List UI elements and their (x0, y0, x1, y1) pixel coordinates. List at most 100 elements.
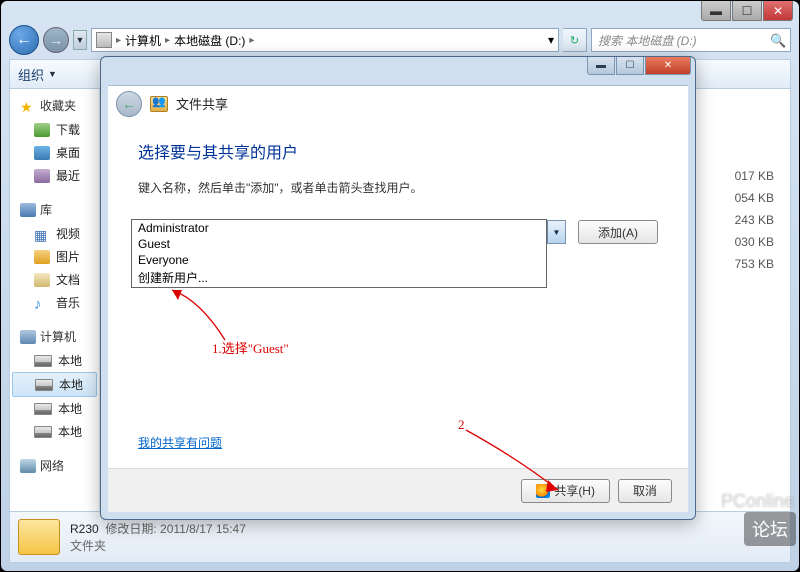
dialog-footer: 共享(H) 取消 (108, 468, 688, 512)
dropdown-option-guest[interactable]: Guest (132, 236, 546, 252)
sidebar-item-recent[interactable]: 最近 (10, 164, 99, 187)
video-icon: ▦ (34, 227, 50, 241)
breadcrumb-sep-icon: ▸ (116, 35, 121, 46)
file-size: 017 KB (735, 165, 774, 187)
document-icon (34, 273, 50, 287)
sidebar-label: 网络 (40, 457, 64, 474)
minimize-button[interactable]: ▬ (701, 1, 731, 21)
maximize-button[interactable]: ☐ (732, 1, 762, 21)
sidebar-label: 下载 (56, 121, 80, 138)
address-drop-icon[interactable]: ▾ (548, 33, 554, 47)
date-label: 修改日期: (105, 522, 156, 536)
close-button[interactable]: ✕ (763, 1, 793, 21)
sidebar-item-drive[interactable]: 本地 (10, 420, 99, 443)
dropdown-option-create-user[interactable]: 创建新用户... (132, 268, 546, 287)
folder-icon (18, 519, 60, 555)
dialog-header-title: 文件共享 (176, 94, 228, 113)
dialog-titlebar[interactable]: ▬ ☐ ✕ (101, 57, 695, 85)
library-icon (20, 203, 36, 217)
dialog-close-button[interactable]: ✕ (645, 57, 691, 75)
drive-icon (34, 355, 52, 367)
date-value: 2011/8/17 15:47 (160, 522, 246, 536)
refresh-button[interactable]: ↻ (563, 28, 587, 52)
item-type: 文件夹 (70, 537, 246, 554)
breadcrumb-seg-drive[interactable]: 本地磁盘 (D:) (174, 32, 245, 49)
sidebar-label: 本地 (58, 423, 82, 440)
search-icon: 🔍 (770, 33, 784, 47)
sidebar-item-pictures[interactable]: 图片 (10, 245, 99, 268)
sidebar-item-music[interactable]: ♪ 音乐 (10, 291, 99, 314)
dropdown-option-administrator[interactable]: Administrator (132, 220, 546, 236)
explorer-titlebar: ▬ ☐ ✕ (1, 1, 799, 9)
drive-icon (35, 379, 53, 391)
sidebar-label: 本地 (59, 376, 83, 393)
combo-dropdown-button[interactable]: ▼ (547, 221, 565, 243)
navigation-pane: ★收藏夹 下载 桌面 最近 库 ▦视频 图片 文档 ♪音乐 计算机 本地 本地 … (10, 89, 100, 511)
file-size: 054 KB (735, 187, 774, 209)
computer-icon (20, 330, 36, 344)
file-size: 243 KB (735, 209, 774, 231)
sidebar-label: 图片 (56, 248, 80, 265)
share-button-label: 共享(H) (554, 482, 595, 499)
cancel-button[interactable]: 取消 (618, 479, 672, 503)
sidebar-favorites-header[interactable]: ★ 收藏夹 (10, 95, 99, 118)
nav-back-button[interactable]: ← (9, 25, 39, 55)
dropdown-option-everyone[interactable]: Everyone (132, 252, 546, 268)
sidebar-network-header[interactable]: 网络 (10, 455, 99, 478)
sidebar-label: 库 (40, 201, 52, 218)
file-sharing-dialog: ▬ ☐ ✕ ← 文件共享 选择要与其共享的用户 键入名称，然后单击"添加"，或者… (100, 56, 696, 520)
sidebar-computer-header[interactable]: 计算机 (10, 326, 99, 349)
dialog-title: 选择要与其共享的用户 (138, 139, 658, 163)
sidebar-label: 音乐 (56, 294, 80, 311)
add-button[interactable]: 添加(A) (578, 220, 658, 244)
star-icon: ★ (20, 99, 36, 113)
download-icon (34, 123, 50, 137)
picture-icon (34, 250, 50, 264)
sidebar-item-documents[interactable]: 文档 (10, 268, 99, 291)
address-bar[interactable]: ▸ 计算机 ▸ 本地磁盘 (D:) ▸ ▾ (91, 28, 559, 52)
network-icon (20, 459, 36, 473)
breadcrumb-sep-icon: ▸ (165, 35, 170, 46)
share-user-list[interactable] (138, 334, 658, 434)
breadcrumb-seg-computer[interactable]: 计算机 (125, 32, 161, 49)
dialog-maximize-button[interactable]: ☐ (616, 57, 644, 75)
sidebar-label: 桌面 (56, 144, 80, 161)
sidebar-label: 本地 (58, 352, 82, 369)
dialog-minimize-button[interactable]: ▬ (587, 57, 615, 75)
drive-icon (34, 403, 52, 415)
watermark-bbs: 论坛 (744, 512, 796, 546)
help-link[interactable]: 我的共享有问题 (138, 436, 222, 450)
desktop-icon (34, 146, 50, 160)
chevron-down-icon: ▼ (48, 69, 57, 79)
dialog-back-button[interactable]: ← (116, 91, 142, 117)
sidebar-item-desktop[interactable]: 桌面 (10, 141, 99, 164)
organize-menu[interactable]: 组织 (18, 65, 44, 84)
file-size: 030 KB (735, 231, 774, 253)
breadcrumb-sep-icon: ▸ (249, 35, 254, 46)
sidebar-libraries-header[interactable]: 库 (10, 199, 99, 222)
nav-forward-button[interactable]: → (43, 27, 69, 53)
explorer-navbar: ← → ▼ ▸ 计算机 ▸ 本地磁盘 (D:) ▸ ▾ ↻ 搜索 本地磁盘 (D… (9, 23, 791, 57)
user-dropdown-list: Administrator Guest Everyone 创建新用户... (131, 219, 547, 288)
sidebar-label: 最近 (56, 167, 80, 184)
dialog-body: 选择要与其共享的用户 键入名称，然后单击"添加"，或者单击箭头查找用户。 ▼ 添… (108, 121, 688, 512)
computer-icon (96, 32, 112, 48)
watermark-pconline: PConline (721, 491, 794, 512)
sidebar-item-drive[interactable]: 本地 (10, 349, 99, 372)
sidebar-label: 收藏夹 (40, 97, 76, 114)
search-input[interactable]: 搜索 本地磁盘 (D:) 🔍 (591, 28, 791, 52)
sidebar-item-videos[interactable]: ▦视频 (10, 222, 99, 245)
file-size: 753 KB (735, 253, 774, 275)
explorer-window-controls: ▬ ☐ ✕ (700, 1, 793, 21)
selected-name: R230 (70, 522, 99, 536)
share-folder-icon (150, 96, 168, 112)
sidebar-item-drive[interactable]: 本地 (10, 397, 99, 420)
sidebar-item-drive-selected[interactable]: 本地 (12, 372, 97, 397)
share-button[interactable]: 共享(H) (521, 479, 610, 503)
sidebar-label: 文档 (56, 271, 80, 288)
dialog-header: ← 文件共享 (108, 85, 688, 121)
nav-history-dropdown[interactable]: ▼ (73, 30, 87, 50)
music-icon: ♪ (34, 296, 50, 310)
file-size-column: 017 KB 054 KB 243 KB 030 KB 753 KB (735, 165, 774, 275)
sidebar-item-downloads[interactable]: 下载 (10, 118, 99, 141)
